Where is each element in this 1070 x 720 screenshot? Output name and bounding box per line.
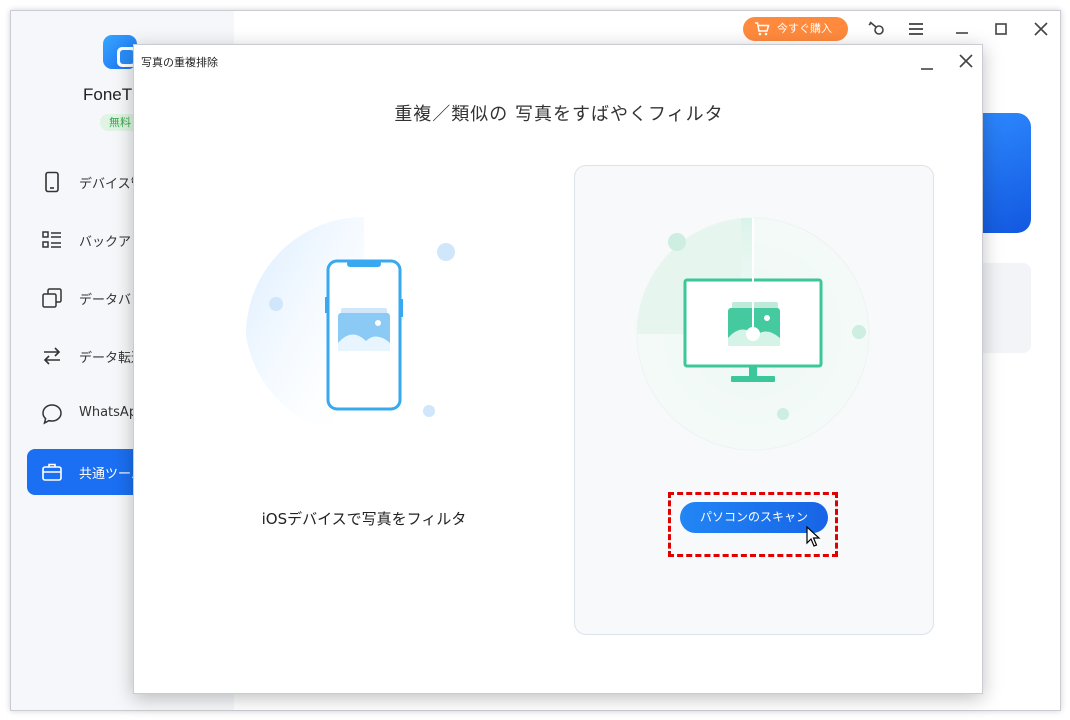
minimize-icon[interactable] bbox=[952, 19, 972, 39]
iphone-photo-illustration-icon bbox=[246, 217, 455, 425]
screen: FoneT 無料 デバイス管 バックアッ データバッ データ転送 WhatsAp… bbox=[0, 0, 1070, 720]
phone-icon bbox=[45, 171, 59, 193]
transfer-icon bbox=[43, 347, 61, 365]
dialog-minimize-icon[interactable] bbox=[921, 59, 933, 71]
list-icon bbox=[42, 231, 61, 248]
key-icon[interactable] bbox=[866, 19, 886, 39]
computer-scan-illustration-icon bbox=[636, 217, 870, 451]
buy-now-button[interactable]: 今すぐ購入 bbox=[743, 17, 848, 41]
mouse-cursor-icon bbox=[806, 526, 821, 547]
menu-icon[interactable] bbox=[906, 19, 926, 39]
close-icon[interactable] bbox=[1031, 19, 1051, 39]
ios-filter-label: iOSデバイスで写真をフィルタ bbox=[261, 510, 467, 528]
dialog-close-icon[interactable] bbox=[958, 53, 974, 69]
chat-bubble-icon bbox=[42, 404, 62, 425]
dialog-heading: 重複／類似の 写真をすばやくフィルタ bbox=[394, 104, 724, 125]
dialog-title: 写真の重複排除 bbox=[141, 56, 218, 69]
buy-now-label: 今すぐ購入 bbox=[777, 22, 832, 35]
cart-icon bbox=[755, 22, 770, 36]
toolbox-icon bbox=[42, 463, 62, 481]
pc-scan-panel: パソコンのスキャン bbox=[574, 165, 934, 635]
maximize-icon[interactable] bbox=[991, 19, 1011, 39]
photo-dedupe-dialog: 写真の重複排除 重複／類似の 写真をすばやくフィルタ iOSデバイスで写真をフィ… bbox=[133, 44, 983, 694]
app-name: FoneT bbox=[83, 85, 133, 104]
copy-icon bbox=[42, 288, 62, 308]
